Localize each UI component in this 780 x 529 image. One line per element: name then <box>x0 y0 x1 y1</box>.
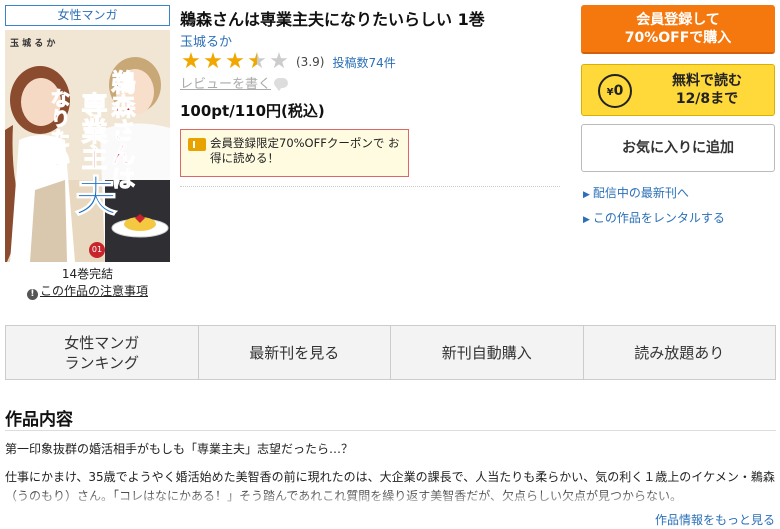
cover-title-vertical-4: なりたい <box>47 88 72 169</box>
review-count-link[interactable]: 投稿数74件 <box>332 54 395 71</box>
cover-title-big-char: 夫 <box>74 172 118 221</box>
action-tabs: 女性マンガ ランキング 最新刊を見る 新刊自動購入 読み放題あり <box>5 325 776 380</box>
coupon-icon <box>188 138 206 151</box>
volumes-status: 14巻完結 <box>61 267 114 281</box>
info-icon: ! <box>26 289 38 300</box>
write-review-link[interactable]: レビューを書く <box>180 73 289 92</box>
description-fade <box>0 488 780 510</box>
yen-zero-icon: ¥0 <box>598 74 632 108</box>
divider <box>180 186 560 187</box>
free-read-label: 無料で読む 12/8まで <box>672 73 742 107</box>
notice-link[interactable]: この作品の注意事項 <box>40 284 148 298</box>
coupon-text: 会員登録限定70%OFFクーポンで お得に読める！ <box>210 136 400 165</box>
genre-tag[interactable]: 女性マンガ <box>5 5 170 26</box>
triangle-right-icon: ▶ <box>583 215 590 225</box>
register-purchase-button[interactable]: 会員登録して 70%OFFで購入 <box>581 5 775 54</box>
more-info-link[interactable]: 作品情報をもっと見る <box>655 511 775 528</box>
register-button-line2: 70%OFFで購入 <box>624 30 732 46</box>
divider <box>5 430 776 431</box>
tab-latest-volume[interactable]: 最新刊を見る <box>199 326 391 379</box>
rating-value: (3.9) <box>296 55 325 69</box>
add-favorite-button[interactable]: お気に入りに追加 <box>581 124 775 172</box>
tab-auto-purchase[interactable]: 新刊自動購入 <box>391 326 584 379</box>
star-half-icon: ★ <box>247 49 267 74</box>
rating-row: ★ ★ ★ ★ ★ (3.9) 投稿数74件 <box>180 51 396 73</box>
star-empty-icon: ★ <box>269 49 289 74</box>
coupon-banner[interactable]: 会員登録限定70%OFFクーポンで お得に読める！ <box>180 129 409 177</box>
register-button-line1: 会員登録して <box>636 12 720 28</box>
cover-title-vertical-2: 専業主 <box>77 92 108 171</box>
cover-image[interactable]: 玉 城 る か 鵜森さんは 専業主 夫 なりたい 01 <box>5 30 170 262</box>
write-review-label: レビューを書く <box>180 77 272 92</box>
description-lead: 第一印象抜群の婚活相手がもしも「専業主夫」志望だったら…？ <box>5 442 354 456</box>
page-title: 鵜森さんは専業主夫になりたいらしい 1巻 <box>180 10 485 29</box>
section-title: 作品内容 <box>5 410 73 430</box>
star-icon: ★ <box>203 49 223 74</box>
triangle-right-icon: ▶ <box>583 190 590 200</box>
rental-link[interactable]: ▶ この作品をレンタルする <box>583 209 725 226</box>
latest-volume-link[interactable]: ▶ 配信中の最新刊へ <box>583 184 689 201</box>
free-read-button[interactable]: ¥0 無料で読む 12/8まで <box>581 64 775 116</box>
speech-bubble-icon <box>274 77 289 91</box>
tab-ranking[interactable]: 女性マンガ ランキング <box>6 326 199 379</box>
cover-volume-badge: 01 <box>89 242 105 258</box>
star-icon: ★ <box>181 49 201 74</box>
star-icon: ★ <box>225 49 245 74</box>
tab-unlimited-reading[interactable]: 読み放題あり <box>584 326 776 379</box>
author-link[interactable]: 玉城るか <box>180 31 232 50</box>
cover-author: 玉 城 る か <box>10 39 56 49</box>
price: 100pt/110円(税込) <box>180 102 325 120</box>
notice-row[interactable]: ! この作品の注意事項 <box>5 282 170 300</box>
